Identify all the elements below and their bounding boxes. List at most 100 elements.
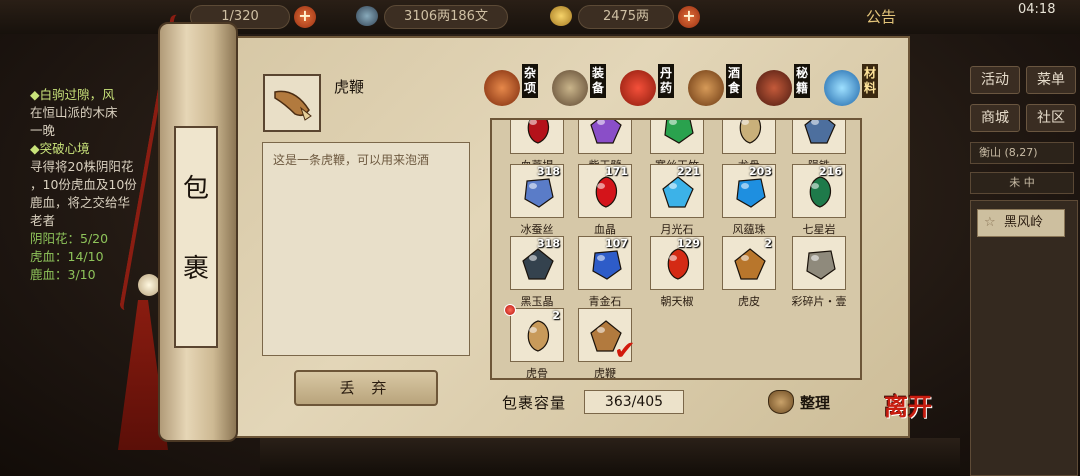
item-quantity: 216 — [819, 165, 842, 178]
location-info: 衡山 (8,27) — [970, 142, 1074, 164]
bottom-nav-bar — [260, 438, 960, 476]
tab-label: 丹药 — [658, 64, 674, 98]
material-crystal-icon — [824, 70, 860, 106]
tiger-whip-icon — [274, 90, 312, 121]
inventory-slot[interactable] — [650, 120, 704, 154]
add-gold-button[interactable]: + — [678, 6, 700, 28]
misc-jar-icon — [484, 70, 520, 106]
scroll-title-char: 包 — [182, 174, 209, 204]
inventory-grid: 血菩提紫玉髓寒丝玉竹龙骨陨铁318冰蚕丝171血晶221月光石203风蕴珠216… — [490, 118, 862, 380]
inventory-slot[interactable] — [578, 120, 632, 154]
community-button[interactable]: 社区 — [1026, 104, 1076, 132]
star-icon: ☆ — [984, 215, 996, 230]
item-quantity: 107 — [605, 237, 628, 250]
notice-label: 公告 — [866, 8, 897, 26]
capacity-label: 包裹容量 — [502, 394, 567, 412]
item-name: 血晶 — [594, 223, 616, 236]
black-jade-icon — [522, 248, 554, 280]
item-name: 彩碎片・壹 — [791, 295, 847, 308]
silver-icon — [356, 6, 378, 26]
money-value: 3106两186文 — [404, 9, 488, 24]
add-stamina-button[interactable]: + — [294, 6, 316, 28]
tab-materials[interactable]: 材料 — [824, 62, 892, 110]
silk-cocoon-icon — [524, 178, 554, 208]
leave-button[interactable]: 离开 — [884, 395, 940, 442]
chili-icon — [667, 248, 690, 280]
category-tabs: 杂项 装备 丹药 酒食 秘籍 材料 — [484, 62, 884, 112]
inventory-slot[interactable]: 203 — [722, 164, 776, 218]
time-slot: 未 中 — [970, 172, 1074, 194]
discard-button[interactable]: 丢 弃 — [294, 370, 438, 406]
inventory-slot[interactable]: 216 — [792, 164, 846, 218]
inventory-slot[interactable] — [510, 120, 564, 154]
selected-item-slot — [263, 74, 321, 132]
place-label: 黑风岭 — [1004, 215, 1044, 230]
activity-button[interactable]: 活动 — [970, 66, 1020, 94]
selected-item-name: 虎鞭 — [334, 78, 365, 96]
inventory-slot[interactable]: 129 — [650, 236, 704, 290]
gold-ingot-icon — [550, 6, 572, 26]
inventory-slot[interactable]: 107 — [578, 236, 632, 290]
tab-label: 杂项 — [522, 64, 538, 98]
inventory-slot[interactable]: 318 — [510, 236, 564, 290]
gold-value: 2475两 — [602, 9, 650, 24]
tab-wine-food[interactable]: 酒食 — [688, 62, 756, 110]
item-name: 朝天椒 — [660, 295, 694, 308]
inventory-slot[interactable]: 2 — [510, 308, 564, 362]
equipment-icon — [552, 70, 588, 106]
item-name: 月光石 — [660, 223, 694, 236]
tab-label: 酒食 — [726, 64, 742, 98]
money-display: 3106两186文 — [384, 5, 508, 29]
notice-button[interactable]: 公告 — [866, 6, 896, 27]
green-bamboo-icon — [664, 120, 694, 144]
red-fruit-icon — [527, 120, 550, 144]
tab-label: 装备 — [590, 64, 606, 98]
clock-value: 04:18 — [1018, 2, 1056, 17]
inventory-slot[interactable]: 2 — [722, 236, 776, 290]
right-side-panel: 活动 菜单 商城 社区 衡山 (8,27) 未 中 ☆ 黑风岭 — [960, 56, 1080, 476]
inventory-slot[interactable]: 171 — [578, 164, 632, 218]
menu-button[interactable]: 菜单 — [1026, 66, 1076, 94]
new-item-dot — [504, 304, 516, 316]
capacity-value: 363/405 — [584, 390, 684, 414]
item-quantity: 221 — [677, 165, 700, 178]
meteor-iron-icon — [804, 120, 836, 144]
pill-icon — [620, 70, 656, 106]
inventory-slot[interactable]: 318 — [510, 164, 564, 218]
inventory-slot[interactable] — [792, 236, 846, 290]
tab-manuals[interactable]: 秘籍 — [756, 62, 824, 110]
purple-crystal-icon — [590, 120, 622, 144]
item-quantity: 171 — [605, 165, 628, 178]
tassel-bead — [138, 274, 160, 296]
inventory-slot[interactable] — [792, 120, 846, 154]
tab-equipment[interactable]: 装备 — [552, 62, 620, 110]
item-description-box: 这是一条虎鞭，可以用来泡酒 — [262, 142, 470, 356]
shop-button[interactable]: 商城 — [970, 104, 1020, 132]
tab-label: 秘籍 — [794, 64, 810, 98]
item-quantity: 318 — [537, 237, 560, 250]
scroll-title-label: 包 裹 — [174, 126, 218, 348]
tab-pills[interactable]: 丹药 — [620, 62, 688, 110]
item-quantity: 318 — [537, 165, 560, 178]
sort-label: 整理 — [800, 394, 831, 412]
item-name: 风蕴珠 — [732, 223, 766, 236]
location-coords: (8,27) — [1004, 146, 1038, 159]
item-quantity: 2 — [764, 237, 772, 250]
item-name: 虎鞭 — [594, 367, 616, 380]
place-entry[interactable]: ☆ 黑风岭 — [977, 209, 1065, 237]
wind-pearl-icon — [736, 178, 766, 208]
location-name: 衡山 — [979, 146, 1001, 159]
blood-crystal-icon — [595, 176, 618, 208]
tiger-bone-icon — [527, 320, 550, 352]
inventory-slot[interactable]: 221 — [650, 164, 704, 218]
inventory-slot[interactable] — [722, 120, 776, 154]
sort-button[interactable]: 整理 — [768, 386, 840, 418]
tiger-pelt-icon — [734, 248, 766, 280]
moonstone-icon — [662, 176, 694, 208]
lapis-icon — [592, 250, 622, 280]
manual-book-icon — [756, 70, 792, 106]
tab-misc[interactable]: 杂项 — [484, 62, 552, 110]
seven-star-rock-icon — [809, 176, 832, 208]
item-quantity: 2 — [552, 309, 560, 322]
dragon-bone-icon — [739, 120, 762, 144]
